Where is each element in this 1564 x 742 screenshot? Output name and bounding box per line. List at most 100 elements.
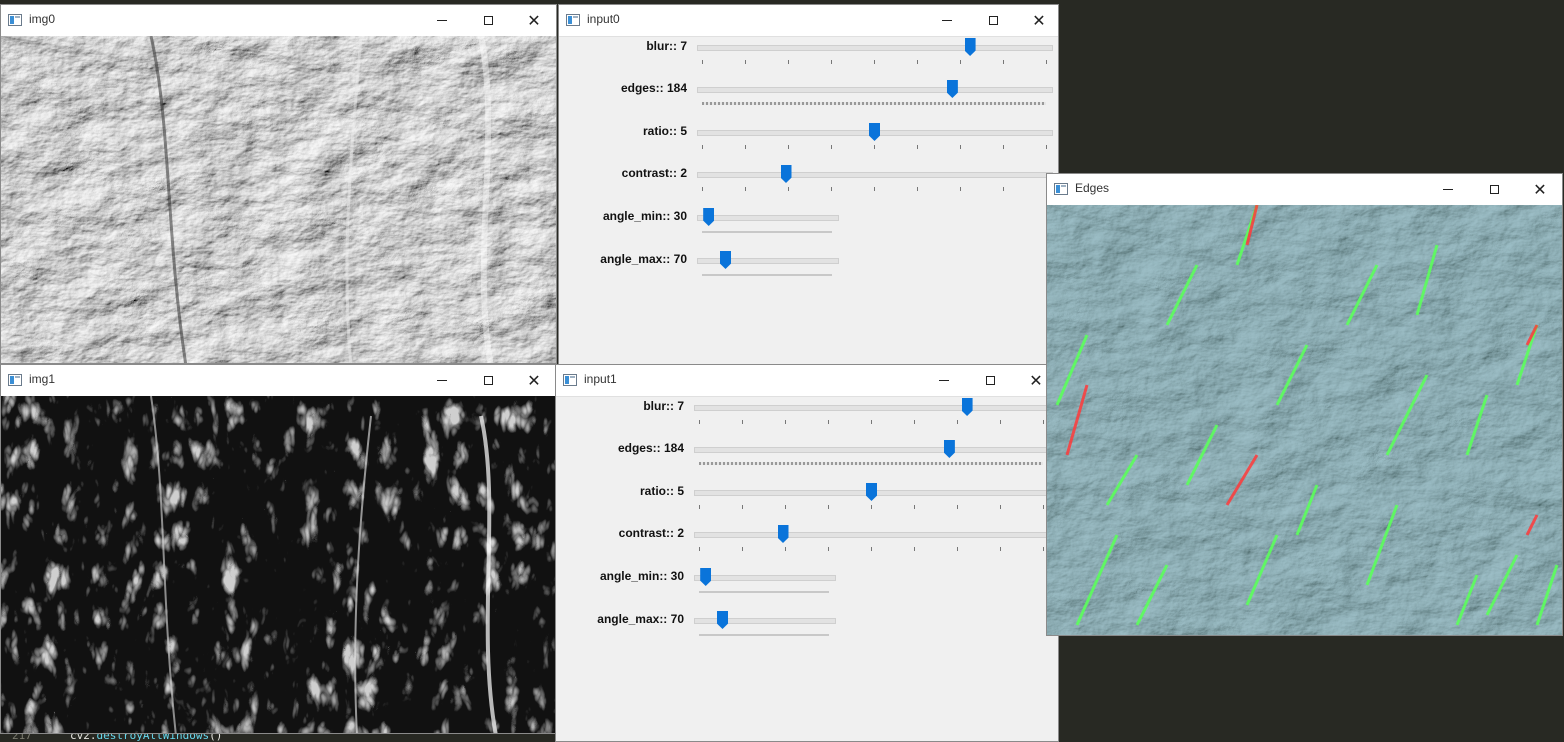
trackbar-row: contrast:: 2 — [559, 162, 1058, 204]
window-input0[interactable]: input0 ✕ blur:: 7 edges:: 184 ratio:: 5 con… — [558, 4, 1059, 366]
trackbar-thumb[interactable] — [943, 440, 955, 458]
trackbar-thumb[interactable] — [866, 483, 877, 501]
tick-mark — [874, 145, 875, 149]
close-button[interactable]: ✕ — [1517, 174, 1562, 205]
maximize-icon — [483, 16, 493, 25]
trackbar-label: angle_min:: 30 — [599, 569, 684, 583]
trackbar-thumb[interactable] — [700, 568, 712, 586]
tick-mark — [702, 187, 703, 191]
titlebar[interactable]: Edges ✕ — [1047, 174, 1562, 206]
trackbar-thumb[interactable] — [777, 525, 789, 543]
tick-mark — [1043, 505, 1044, 509]
window-img1[interactable]: img1 ✕ — [0, 364, 557, 734]
trackbar-row: angle_min:: 30 — [556, 565, 1058, 607]
tick-mark — [1003, 145, 1004, 149]
window-input1[interactable]: input1 ✕ blur:: 7 edges:: 184 ratio:: 5 con… — [555, 364, 1059, 742]
tick-mark — [745, 145, 746, 149]
trackbar-slider[interactable] — [694, 618, 836, 624]
tick-mark — [831, 145, 832, 149]
trackbar-range-bar — [699, 591, 829, 593]
tick-mark — [871, 505, 872, 509]
tick-marks — [702, 102, 1046, 105]
maximize-icon — [483, 376, 493, 385]
tick-mark — [1000, 420, 1001, 424]
window-edges[interactable]: Edges ✕ — [1046, 173, 1563, 636]
trackbar-slider[interactable] — [697, 258, 839, 264]
minimize-icon — [437, 380, 447, 381]
minimize-button[interactable] — [1425, 174, 1471, 205]
window-img0[interactable]: img0 ✕ — [0, 4, 557, 364]
titlebar[interactable]: img1 ✕ — [1, 365, 556, 397]
tick-mark — [828, 505, 829, 509]
trackbar-row: angle_max:: 70 — [559, 248, 1058, 290]
tick-mark — [702, 145, 703, 149]
opencv-window-icon — [8, 374, 22, 386]
maximize-button[interactable] — [465, 365, 511, 396]
edges-overlay-image — [1047, 205, 1562, 635]
trackbar-thumb[interactable] — [869, 123, 880, 141]
maximize-button[interactable] — [1471, 174, 1517, 205]
tick-mark — [785, 420, 786, 424]
trackbar-slider[interactable] — [694, 447, 1050, 453]
minimize-button[interactable] — [419, 365, 465, 396]
tick-mark — [957, 547, 958, 551]
trackbar-row: contrast:: 2 — [556, 522, 1058, 564]
tick-mark — [874, 60, 875, 64]
tick-mark — [914, 505, 915, 509]
trackbar-slider[interactable] — [697, 172, 1053, 178]
trackbar-slider[interactable] — [694, 575, 836, 581]
trackbar-label: angle_min:: 30 — [602, 209, 687, 223]
tick-mark — [788, 187, 789, 191]
trackbar-panel: blur:: 7 edges:: 184 ratio:: 5 contrast:: 2… — [559, 5, 1058, 365]
trackbar-label: angle_max:: 70 — [600, 252, 687, 266]
tick-mark — [1043, 547, 1044, 551]
tick-marks — [702, 187, 1047, 191]
trackbar-slider[interactable] — [697, 45, 1053, 51]
tick-mark — [960, 187, 961, 191]
trackbar-slider[interactable] — [694, 532, 1050, 538]
trackbar-slider[interactable] — [697, 87, 1053, 93]
trackbar-thumb[interactable] — [703, 208, 715, 226]
tick-mark — [828, 420, 829, 424]
tick-mark — [831, 60, 832, 64]
close-icon: ✕ — [527, 370, 541, 390]
close-button[interactable]: ✕ — [511, 5, 556, 36]
tick-mark — [914, 547, 915, 551]
tick-mark — [785, 505, 786, 509]
tick-mark — [745, 60, 746, 64]
close-button[interactable]: ✕ — [511, 365, 556, 396]
tick-mark — [917, 145, 918, 149]
minimize-icon — [437, 20, 447, 21]
trackbar-thumb[interactable] — [780, 165, 792, 183]
trackbar-label: angle_max:: 70 — [597, 612, 684, 626]
tick-mark — [1003, 187, 1004, 191]
trackbar-thumb[interactable] — [720, 251, 731, 269]
trackbar-thumb[interactable] — [946, 80, 958, 98]
trackbar-thumb[interactable] — [964, 38, 976, 56]
tick-mark — [874, 187, 875, 191]
maximize-button[interactable] — [465, 5, 511, 36]
trackbar-slider[interactable] — [694, 405, 1050, 411]
close-icon: ✕ — [527, 10, 541, 30]
tick-marks — [699, 462, 1043, 465]
tick-mark — [699, 547, 700, 551]
tick-mark — [828, 547, 829, 551]
opencv-window-icon — [1054, 183, 1068, 195]
tick-marks — [699, 505, 1044, 509]
trackbar-range-bar — [699, 634, 829, 636]
trackbar-slider[interactable] — [697, 215, 839, 221]
tick-mark — [788, 145, 789, 149]
tick-mark — [702, 60, 703, 64]
tick-marks — [699, 420, 1044, 424]
window-title: img0 — [29, 12, 56, 26]
trackbar-panel: blur:: 7 edges:: 184 ratio:: 5 contrast:: 2… — [556, 365, 1058, 741]
trackbar-label: contrast:: 2 — [621, 166, 687, 180]
trackbar-label: edges:: 184 — [617, 441, 684, 455]
titlebar[interactable]: img0 ✕ — [1, 5, 556, 37]
trackbar-row: edges:: 184 — [559, 77, 1058, 119]
trackbar-thumb[interactable] — [717, 611, 728, 629]
minimize-button[interactable] — [419, 5, 465, 36]
trackbar-thumb[interactable] — [961, 398, 973, 416]
tick-mark — [960, 145, 961, 149]
tick-mark — [960, 60, 961, 64]
